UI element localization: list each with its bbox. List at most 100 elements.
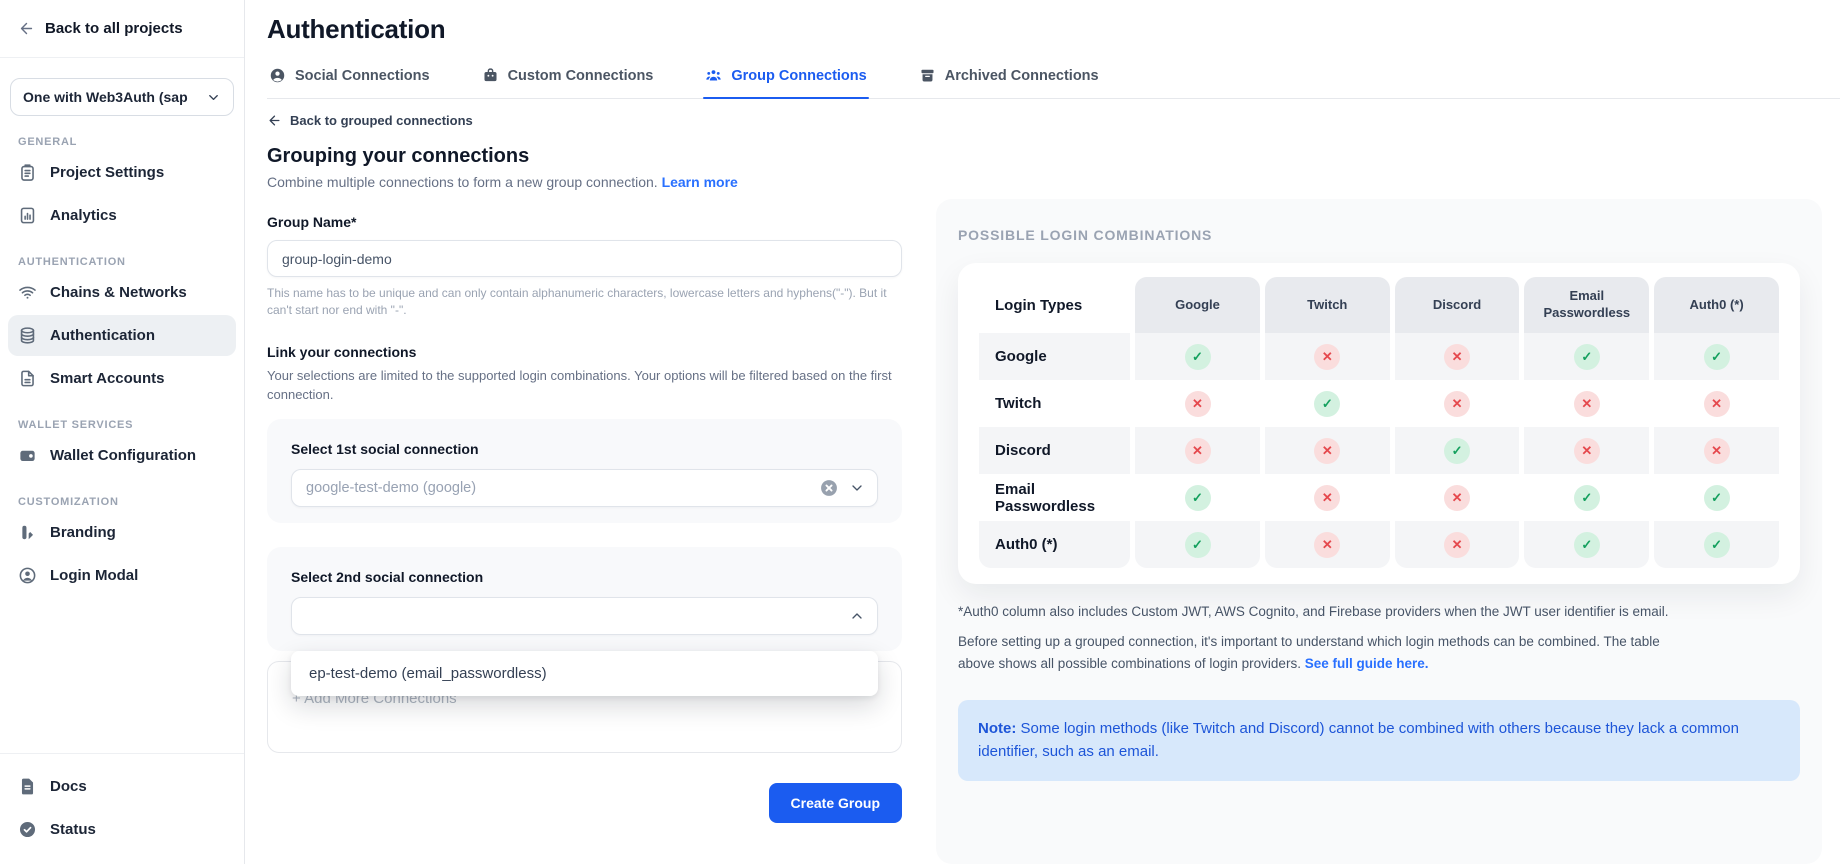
combo-cell: ✕ — [1524, 427, 1649, 474]
chevron-up-icon[interactable] — [849, 608, 865, 624]
full-guide-link[interactable]: See full guide here. — [1305, 656, 1429, 671]
sidebar-item-label: Chains & Networks — [50, 284, 187, 301]
check-circle-icon — [18, 820, 37, 839]
combo-cell: ✕ — [1395, 474, 1520, 521]
sidebar-item-smart-accounts[interactable]: Smart Accounts — [8, 358, 236, 399]
second-connection-select[interactable] — [291, 597, 878, 635]
clear-selection-icon[interactable] — [819, 478, 839, 498]
tab-label: Archived Connections — [945, 68, 1099, 84]
table-row-twitch: Twitch✕✓✕✕✕ — [979, 380, 1779, 427]
column-header-twitch: Twitch — [1265, 277, 1390, 333]
cross-icon: ✕ — [1444, 485, 1470, 511]
table-row-discord: Discord✕✕✓✕✕ — [979, 427, 1779, 474]
cross-icon: ✕ — [1444, 532, 1470, 558]
combo-cell: ✕ — [1265, 427, 1390, 474]
check-icon: ✓ — [1314, 391, 1340, 417]
row-label: Email Passwordless — [979, 474, 1130, 521]
group-name-input[interactable] — [267, 240, 902, 277]
combo-cell: ✓ — [1654, 333, 1779, 380]
sidebar-item-login-modal[interactable]: Login Modal — [8, 555, 236, 596]
cross-icon: ✕ — [1185, 391, 1211, 417]
sidebar-nav: GENERALProject SettingsAnalyticsAUTHENTI… — [0, 136, 244, 596]
cross-icon: ✕ — [1704, 391, 1730, 417]
table-row-email-passwordless: Email Passwordless✓✕✕✓✓ — [979, 474, 1779, 521]
chevron-down-icon[interactable] — [849, 480, 865, 496]
cross-icon: ✕ — [1574, 438, 1600, 464]
user-icon — [269, 67, 286, 84]
cross-icon: ✕ — [1704, 438, 1730, 464]
learn-more-link[interactable]: Learn more — [662, 174, 738, 190]
combo-cell: ✓ — [1524, 521, 1649, 568]
sidebar-item-analytics[interactable]: Analytics — [8, 195, 236, 236]
sidebar-item-branding[interactable]: Branding — [8, 512, 236, 553]
arrow-left-icon — [18, 20, 35, 37]
sidebar-item-authentication[interactable]: Authentication — [8, 315, 236, 356]
back-to-projects-label: Back to all projects — [45, 20, 183, 37]
combo-cell: ✓ — [1524, 474, 1649, 521]
briefcase-icon — [482, 67, 499, 84]
chart-icon — [18, 206, 37, 225]
sidebar-item-docs[interactable]: Docs — [8, 766, 236, 807]
check-icon: ✓ — [1704, 532, 1730, 558]
sidebar-item-chains-networks[interactable]: Chains & Networks — [8, 272, 236, 313]
form-subheading: Combine multiple connections to form a n… — [267, 174, 902, 190]
combinations-table-card: Login TypesGoogleTwitchDiscordEmail Pass… — [958, 263, 1800, 584]
combo-cell: ✕ — [1265, 521, 1390, 568]
cross-icon: ✕ — [1314, 485, 1340, 511]
check-icon: ✓ — [1574, 344, 1600, 370]
check-icon: ✓ — [1185, 532, 1211, 558]
tab-group-connections[interactable]: Group Connections — [703, 67, 868, 98]
back-to-grouped-label: Back to grouped connections — [290, 113, 473, 128]
arrow-left-icon — [267, 113, 282, 128]
link-connections-heading: Link your connections — [267, 344, 902, 360]
column-header-discord: Discord — [1395, 277, 1520, 333]
project-selector[interactable]: One with Web3Auth (sap — [10, 78, 234, 116]
combo-cell: ✓ — [1654, 474, 1779, 521]
back-to-grouped-link[interactable]: Back to grouped connections — [267, 113, 902, 128]
dropdown-option-ep-test-demo[interactable]: ep-test-demo (email_passwordless) — [291, 651, 878, 696]
user-circle-icon — [18, 566, 37, 585]
wallet-icon — [18, 446, 37, 465]
connection-dropdown-menu: ep-test-demo (email_passwordless) — [291, 651, 878, 696]
page-title: Authentication — [267, 14, 1840, 45]
combo-cell: ✕ — [1654, 427, 1779, 474]
combo-cell: ✓ — [1135, 333, 1260, 380]
tab-label: Custom Connections — [508, 68, 654, 84]
section-label-authentication: AUTHENTICATION — [18, 256, 226, 268]
sidebar-item-label: Status — [50, 821, 96, 838]
sidebar-item-project-settings[interactable]: Project Settings — [8, 152, 236, 193]
combinations-table: Login TypesGoogleTwitchDiscordEmail Pass… — [974, 277, 1784, 568]
project-selector-value: One with Web3Auth (sap — [23, 89, 200, 105]
stack-icon — [18, 326, 37, 345]
document-icon — [18, 777, 37, 796]
users-icon — [705, 67, 722, 84]
combo-cell: ✕ — [1265, 333, 1390, 380]
second-connection-label: Select 2nd social connection — [291, 569, 878, 585]
note-label: Note: — [978, 720, 1016, 737]
column-header-email-passwordless: Email Passwordless — [1524, 277, 1649, 333]
sidebar-item-wallet-configuration[interactable]: Wallet Configuration — [8, 435, 236, 476]
sidebar-item-label: Branding — [50, 524, 116, 541]
back-to-projects-button[interactable]: Back to all projects — [0, 0, 244, 58]
sidebar-item-label: Wallet Configuration — [50, 447, 196, 464]
tab-custom-connections[interactable]: Custom Connections — [480, 67, 656, 98]
first-connection-select[interactable]: google-test-demo (google) — [291, 469, 878, 507]
combo-cell: ✓ — [1654, 521, 1779, 568]
cross-icon: ✕ — [1574, 391, 1600, 417]
sidebar-item-status[interactable]: Status — [8, 809, 236, 850]
combo-cell: ✕ — [1265, 474, 1390, 521]
sidebar-item-label: Smart Accounts — [50, 370, 164, 387]
create-group-button[interactable]: Create Group — [769, 783, 902, 823]
combo-cell: ✓ — [1135, 521, 1260, 568]
combo-cell: ✓ — [1395, 427, 1520, 474]
tab-social-connections[interactable]: Social Connections — [267, 67, 432, 98]
column-header-auth0: Auth0 (*) — [1654, 277, 1779, 333]
group-form: Back to grouped connections Grouping you… — [267, 99, 902, 864]
cross-icon: ✕ — [1314, 532, 1340, 558]
tab-label: Group Connections — [731, 68, 866, 84]
check-icon: ✓ — [1574, 485, 1600, 511]
sidebar-item-label: Login Modal — [50, 567, 138, 584]
section-label-wallet-services: WALLET SERVICES — [18, 419, 226, 431]
table-row-auth0: Auth0 (*)✓✕✕✓✓ — [979, 521, 1779, 568]
tab-archived-connections[interactable]: Archived Connections — [917, 67, 1101, 98]
